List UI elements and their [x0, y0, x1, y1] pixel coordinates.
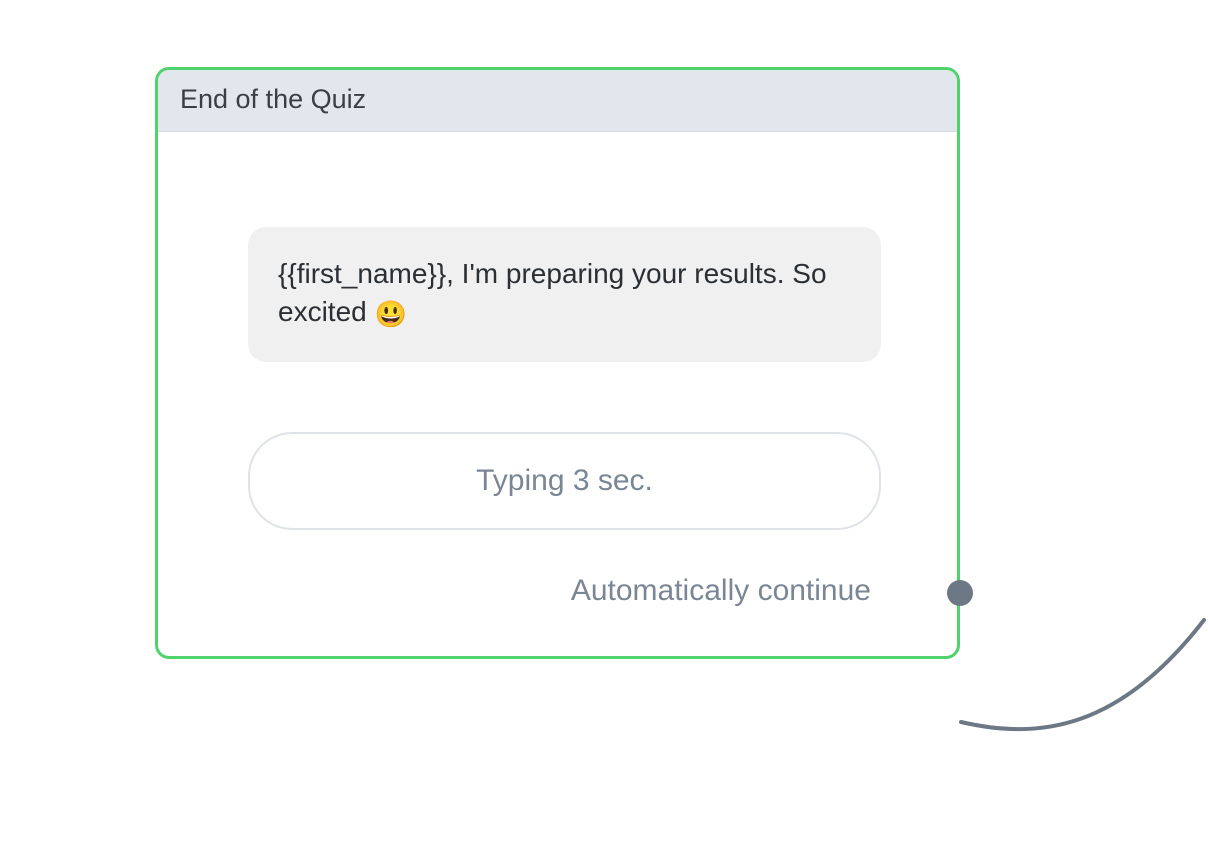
auto-continue-label: Automatically continue — [248, 574, 881, 626]
flow-node-card[interactable]: End of the Quiz {{first_name}}, I'm prep… — [155, 67, 960, 659]
typing-delay-pill[interactable]: Typing 3 sec. — [248, 432, 881, 530]
card-body: {{first_name}}, I'm preparing your resul… — [158, 132, 957, 656]
smile-emoji-icon: 😃 — [375, 297, 407, 332]
message-bubble[interactable]: {{first_name}}, I'm preparing your resul… — [248, 227, 881, 362]
output-connector-dot[interactable] — [947, 580, 973, 606]
message-text: {{first_name}}, I'm preparing your resul… — [278, 258, 827, 327]
card-header[interactable]: End of the Quiz — [158, 70, 957, 132]
connector-line — [949, 610, 1208, 800]
card-title: End of the Quiz — [180, 84, 935, 115]
